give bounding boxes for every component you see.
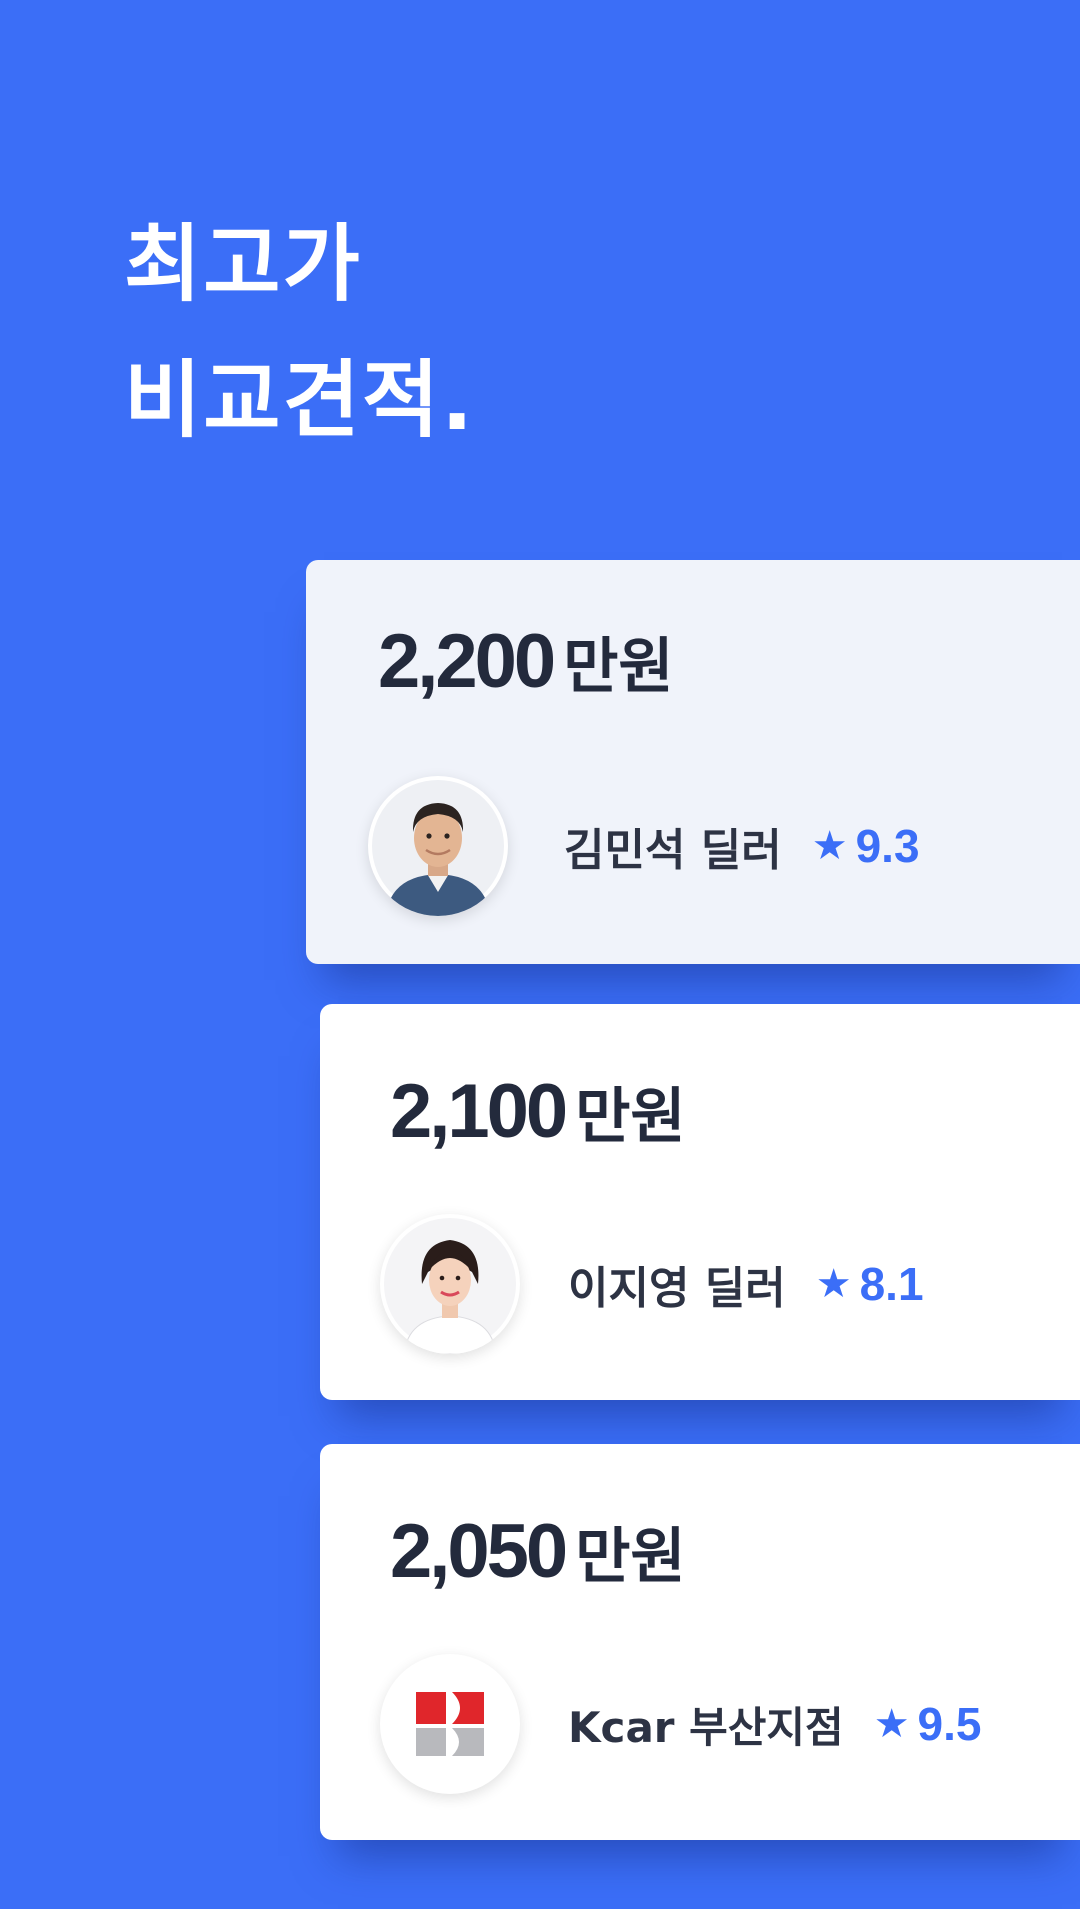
dealer-info: 김민석 딜러 ★ 9.3 xyxy=(368,776,920,916)
price-unit: 만원 xyxy=(575,1082,686,1152)
dealer-info: Kcar 부산지점 ★ 9.5 xyxy=(380,1654,982,1794)
price-unit: 만원 xyxy=(563,632,674,702)
dealer-avatar xyxy=(380,1214,520,1354)
headline: 최고가 비교견적. xyxy=(124,196,475,468)
dealer-info: 이지영 딜러 ★ 8.1 xyxy=(380,1214,924,1354)
dealer-name: 이지영 딜러 xyxy=(568,1263,786,1314)
dealer-rating: ★ 9.3 xyxy=(812,819,920,873)
price-unit: 만원 xyxy=(575,1522,686,1592)
female-dealer-photo xyxy=(384,1218,516,1354)
kcar-logo xyxy=(416,1692,484,1756)
quote-price: 2,050 만원 xyxy=(390,1514,686,1590)
dealer-name: Kcar 부산지점 xyxy=(568,1702,844,1752)
quote-card-2[interactable]: 2,100 만원 이지영 딜러 ★ 8.1 xyxy=(320,1004,1080,1400)
rating-value: 9.5 xyxy=(917,1698,982,1750)
dealer-avatar xyxy=(368,776,508,916)
dealer-rating: ★ 9.5 xyxy=(874,1697,982,1751)
star-icon: ★ xyxy=(873,1701,910,1747)
quote-price: 2,200 만원 xyxy=(378,624,674,700)
price-amount: 2,050 xyxy=(390,1509,568,1594)
price-amount: 2,100 xyxy=(390,1069,568,1154)
star-icon: ★ xyxy=(815,1261,852,1307)
rating-value: 8.1 xyxy=(859,1258,924,1310)
quote-card-3[interactable]: 2,050 만원 Kcar 부산지점 ★ 9.5 xyxy=(320,1444,1080,1840)
male-dealer-photo xyxy=(372,780,504,916)
quote-card-1[interactable]: 2,200 만원 김민석 딜러 ★ 9.3 xyxy=(306,560,1080,964)
dealer-rating: ★ 8.1 xyxy=(816,1257,924,1311)
price-amount: 2,200 xyxy=(378,619,556,704)
quote-price: 2,100 만원 xyxy=(390,1074,686,1150)
dealer-name: 김민석 딜러 xyxy=(564,825,782,876)
headline-line-1: 최고가 xyxy=(124,215,362,313)
star-icon: ★ xyxy=(811,823,848,869)
dealer-avatar xyxy=(380,1654,520,1794)
headline-line-2: 비교견적. xyxy=(124,351,476,449)
rating-value: 9.3 xyxy=(855,820,920,872)
